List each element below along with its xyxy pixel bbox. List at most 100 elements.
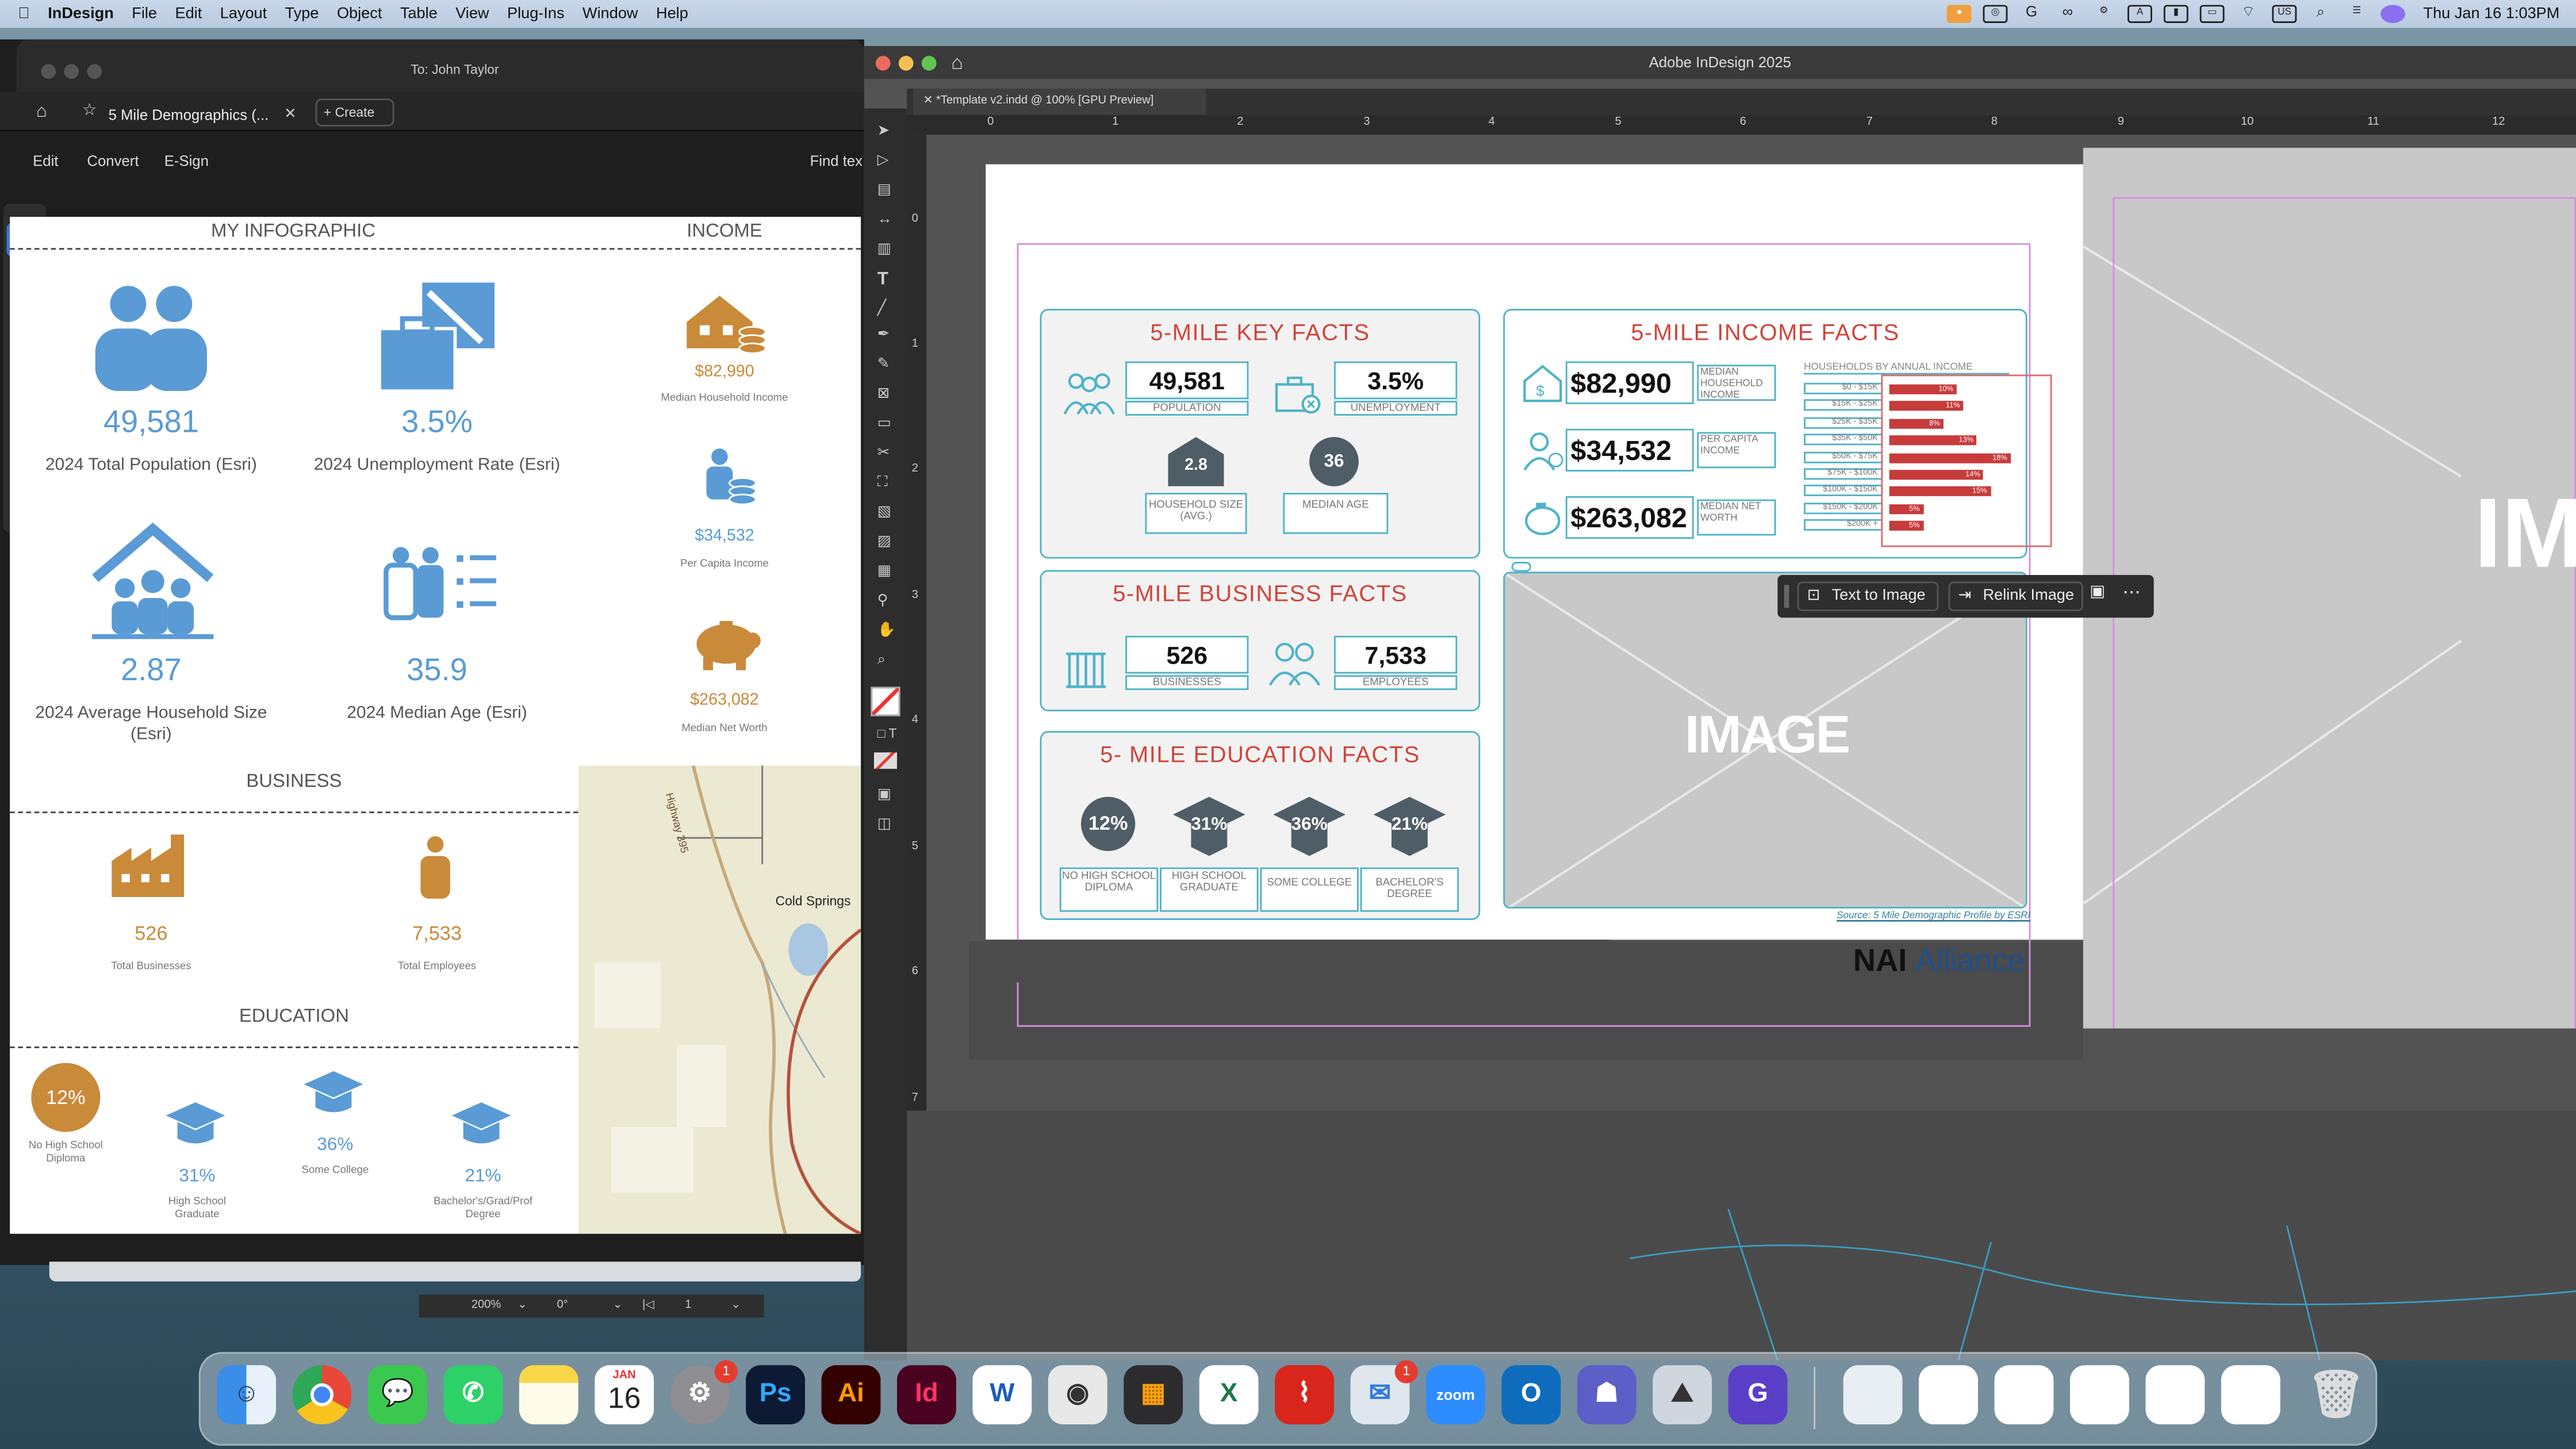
selection-tool-icon[interactable]: ➤ [877, 121, 890, 139]
rotation-value[interactable]: 0° [557, 1294, 568, 1317]
recent-doc-thumb[interactable] [1994, 1365, 2054, 1425]
create-button[interactable]: + Create [315, 98, 394, 126]
key-population-value[interactable]: 49,581 [1125, 361, 1249, 400]
fit-frame-icon[interactable]: ▣ [2090, 583, 2105, 601]
menu-edit[interactable]: Edit [175, 5, 202, 23]
input-source-icon[interactable]: US [2272, 5, 2297, 23]
notes-icon[interactable] [519, 1365, 578, 1425]
page-tool-icon[interactable]: ▤ [877, 181, 891, 198]
rectangle-frame-icon[interactable]: ⊠ [877, 385, 890, 402]
sidebar-icon[interactable]: ▮ [2164, 5, 2188, 23]
location-map[interactable]: Highway 395 Cold Springs [578, 765, 861, 1234]
key-population-caption[interactable]: POPULATION [1125, 401, 1249, 416]
outlook-icon[interactable]: O [1501, 1365, 1561, 1425]
preview-icon[interactable]: ⛰ [1653, 1365, 1712, 1425]
zoom-tool-icon[interactable]: ⌕ [877, 650, 885, 668]
line-tool-icon[interactable]: ╱ [877, 299, 886, 317]
income-per-capita-caption[interactable]: PER CAPITA INCOME [1697, 432, 1776, 469]
key-facts-panel[interactable] [1040, 309, 1481, 559]
clock[interactable]: Thu Jan 16 1:03PM [2424, 5, 2560, 23]
wifi-icon[interactable]: ⌔ [2236, 4, 2261, 23]
indesign-icon[interactable]: Id [897, 1365, 956, 1425]
preview-mode-icon[interactable]: ◫ [877, 815, 891, 833]
income-per-capita-value[interactable]: $34,532 [1565, 428, 1694, 471]
screenshot-icon[interactable]: ◉ [1048, 1365, 1107, 1425]
employee-count-value[interactable]: 7,533 [1334, 635, 1458, 674]
home-icon[interactable]: ⌂ [36, 102, 47, 121]
close-button-inactive[interactable] [41, 64, 56, 79]
transform-tool-icon[interactable]: ⛶ [877, 473, 888, 491]
star-icon[interactable]: ☆ [82, 102, 97, 120]
recent-map-thumb[interactable] [1843, 1365, 1903, 1425]
zoom-button-inactive[interactable] [87, 64, 102, 79]
edu-some-college-caption[interactable]: SOME COLLEGE [1260, 867, 1359, 912]
chevron-down-icon[interactable]: ⌄ [518, 1294, 527, 1317]
close-button[interactable] [875, 56, 891, 71]
menu-table[interactable]: Table [400, 5, 438, 23]
type-tool-icon[interactable]: T [877, 270, 888, 289]
tab-close-icon[interactable]: ✕ [923, 95, 936, 107]
employee-count-caption[interactable]: EMPLOYEES [1334, 675, 1458, 690]
business-count-caption[interactable]: BUSINESSES [1125, 675, 1249, 690]
acrobat-menu-icon[interactable]: A [2128, 5, 2153, 23]
apple-icon[interactable]:  [18, 5, 29, 23]
gradient-feather-icon[interactable]: ▨ [877, 532, 891, 550]
income-median-caption[interactable]: MEDIAN HOUSEHOLD INCOME [1697, 365, 1776, 401]
microphone-icon[interactable]: ● [1946, 5, 1972, 23]
link-icon[interactable] [1511, 562, 1531, 572]
first-page-icon[interactable]: |◁ [642, 1294, 654, 1317]
recent-doc-thumb[interactable] [2070, 1365, 2129, 1425]
display-icon[interactable]: ▭ [2199, 5, 2225, 23]
tab-document[interactable]: 5 Mile Demographics (... [109, 107, 269, 124]
gradient-tool-icon[interactable]: ▧ [877, 503, 891, 520]
page-number-field[interactable]: 1 [685, 1294, 691, 1317]
illustrator-icon[interactable]: Ai [821, 1365, 881, 1425]
pen-tool-icon[interactable]: ✒ [877, 325, 890, 343]
home-icon[interactable]: ⌂ [951, 51, 963, 74]
hand-tool-icon[interactable]: ✋ [877, 621, 896, 639]
acrobat-icon[interactable]: ⌇ [1275, 1365, 1334, 1425]
key-unemployment-caption[interactable]: UNEMPLOYMENT [1334, 401, 1458, 416]
note-tool-icon[interactable]: ▦ [877, 562, 891, 580]
more-options-icon[interactable]: ⋯ [2122, 581, 2140, 603]
menu-help[interactable]: Help [656, 5, 688, 23]
zoom-level[interactable]: 200% [471, 1294, 501, 1317]
chevron-down-icon[interactable]: ⌄ [731, 1294, 741, 1317]
content-collector-icon[interactable]: ▥ [877, 240, 891, 258]
menu-view[interactable]: View [455, 5, 489, 23]
scissors-tool-icon[interactable]: ✂ [877, 443, 890, 461]
siri-icon[interactable] [2380, 5, 2406, 23]
minimize-button[interactable] [898, 56, 914, 71]
apply-none-icon[interactable] [874, 752, 897, 769]
direct-selection-tool-icon[interactable]: ▷ [877, 151, 889, 169]
key-unemployment-value[interactable]: 3.5% [1334, 361, 1458, 400]
spotlight-icon[interactable]: ⌕ [2309, 4, 2333, 23]
calendar-icon[interactable]: JAN 16 [595, 1365, 654, 1425]
find-text-button[interactable]: Find tex [810, 153, 862, 170]
edu-hs-grad-caption[interactable]: HIGH SCHOOL GRADUATE [1160, 867, 1259, 912]
drag-handle[interactable] [1784, 585, 1789, 608]
minimize-button-inactive[interactable] [64, 64, 79, 79]
relink-image-button[interactable]: ⇥ Relink Image [1948, 581, 2083, 611]
formatting-container-icon[interactable]: □ T [877, 726, 897, 741]
pencil-tool-icon[interactable]: ✎ [877, 355, 890, 373]
chrome-icon[interactable] [292, 1365, 352, 1425]
tab-document[interactable]: ✕ *Template v2.indd @ 100% [GPU Preview] [913, 89, 1206, 115]
rectangle-tool-icon[interactable]: ▭ [877, 414, 891, 432]
photoshop-icon[interactable]: Ps [746, 1365, 805, 1425]
screen-mode-icon[interactable]: ▣ [877, 785, 891, 803]
calculator-icon[interactable]: ▦ [1124, 1365, 1183, 1425]
income-median-value[interactable]: $82,990 [1565, 361, 1694, 404]
creative-cloud-icon[interactable]: ∞ [2056, 4, 2080, 23]
recent-doc-thumb[interactable] [2145, 1365, 2205, 1425]
trash-icon[interactable]: 🗑 [2306, 1365, 2366, 1424]
chevron-down-icon[interactable]: ⌄ [613, 1294, 623, 1317]
next-page-image-frame[interactable]: IM [2083, 148, 2576, 1029]
menu-file[interactable]: File [132, 5, 157, 23]
recent-doc-thumb[interactable] [2221, 1365, 2280, 1425]
edu-no-diploma-caption[interactable]: NO HIGH SCHOOL DIPLOMA [1059, 867, 1159, 912]
menu-object[interactable]: Object [337, 5, 382, 23]
tab-close-icon[interactable]: ✕ [284, 105, 297, 123]
messages-icon[interactable]: 💬 [368, 1365, 427, 1425]
whatsapp-icon[interactable]: ✆ [443, 1365, 503, 1425]
